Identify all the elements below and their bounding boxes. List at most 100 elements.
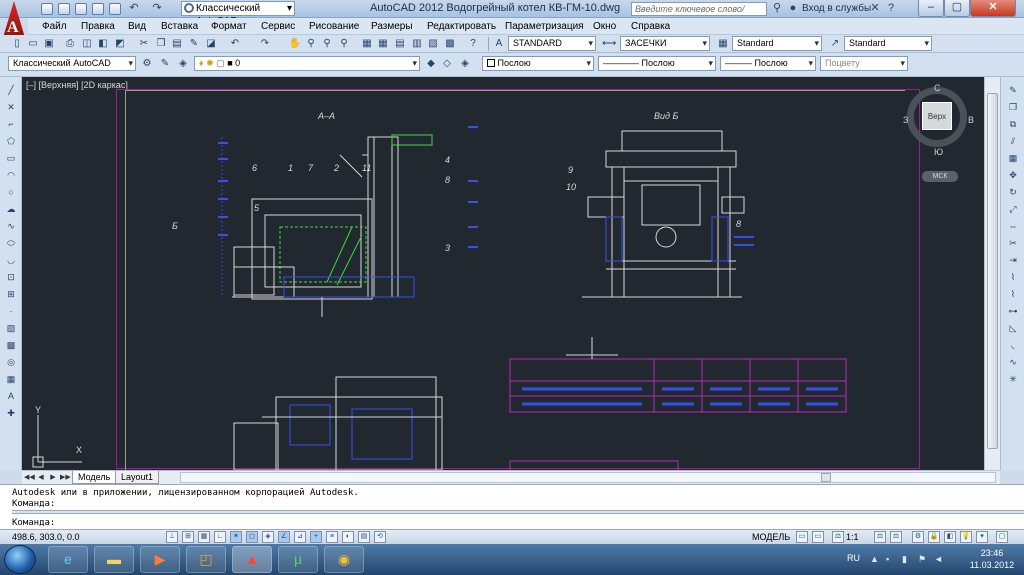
action-center-icon[interactable]: ⚑ [918, 554, 926, 565]
command-input[interactable]: Команда: [12, 518, 55, 528]
multileader-style-icon[interactable]: ↗ [828, 37, 842, 51]
hardware-acceleration-icon[interactable]: ◧ [944, 531, 956, 543]
model-space-toggle[interactable]: МОДЕЛЬ [752, 532, 790, 542]
minimize-button[interactable]: – [918, 0, 944, 17]
make-current-icon[interactable]: ◆ [424, 57, 438, 71]
multileader-style-dropdown[interactable]: Standard [844, 36, 932, 51]
clean-screen-icon[interactable]: ▢ [996, 531, 1008, 543]
coordinate-readout[interactable]: 498.6, 303.0, 0.0 [12, 532, 80, 542]
network-icon[interactable]: ▮ [902, 554, 907, 565]
linetype-dropdown[interactable]: ———— Послою [598, 56, 716, 71]
paste-icon[interactable]: ▤ [170, 37, 184, 51]
drawing-canvas[interactable]: [–] [Верхняя] [2D каркас] А–А Вид Б Б 6 … [22, 77, 984, 470]
layer-dropdown[interactable]: ♦ ✺ ▢ ■ 0 [194, 56, 420, 71]
menu-window[interactable]: Окно [593, 21, 616, 32]
annotation-visibility-icon[interactable]: ⚖ [874, 531, 886, 543]
customize-icon[interactable]: ✎ [158, 57, 172, 71]
table-style-dropdown[interactable]: Standard [732, 36, 822, 51]
menu-help[interactable]: Справка [631, 21, 670, 32]
autocad-taskbar-icon[interactable]: ▲ [232, 546, 272, 573]
help-icon[interactable]: ? [466, 37, 480, 51]
search-input[interactable]: Введите ключевое слово/фразу [631, 2, 767, 26]
close-button[interactable]: ✕ [970, 0, 1016, 17]
status-menu-icon[interactable]: ▾ [976, 531, 988, 543]
color-dropdown[interactable]: Послою [482, 56, 594, 71]
horizontal-scrollbar[interactable] [180, 472, 996, 483]
pan-icon[interactable]: ✋ [288, 37, 302, 51]
break-at-point-icon[interactable]: ⌇ [1006, 270, 1020, 284]
infer-constraints-icon[interactable]: ⊥ [166, 531, 178, 543]
explorer-folder-icon[interactable]: ▬ [94, 546, 134, 573]
first-tab-icon[interactable]: ◀◀ [24, 472, 35, 483]
tab-layout1[interactable]: Layout1 [115, 471, 160, 484]
viewcube-south[interactable]: Ю [934, 147, 943, 157]
prev-tab-icon[interactable]: ◀ [36, 472, 46, 483]
region-icon[interactable]: ◎ [4, 355, 18, 369]
move-icon[interactable]: ✥ [1006, 168, 1020, 182]
block-editor-icon[interactable]: ◪ [204, 37, 218, 51]
language-indicator[interactable]: RU [847, 553, 860, 563]
undo-icon[interactable]: ↶ [228, 37, 242, 51]
make-block-icon[interactable]: ⊞ [4, 287, 18, 301]
tab-model[interactable]: Модель [72, 471, 117, 484]
new-icon[interactable] [41, 3, 53, 15]
print-icon[interactable] [109, 3, 121, 15]
office-app-icon[interactable]: ◰ [186, 546, 226, 573]
tool-palettes-icon[interactable]: ▤ [393, 37, 407, 51]
hatch-icon[interactable]: ▨ [4, 321, 18, 335]
layer-previous-icon[interactable]: ◇ [440, 57, 454, 71]
dim-style-dropdown[interactable]: ЗАСЕЧКИ [620, 36, 710, 51]
viewcube-north[interactable]: С [934, 83, 941, 93]
explode-icon[interactable]: ✳ [1006, 372, 1020, 386]
copy-icon[interactable]: ❐ [154, 37, 168, 51]
wcs-menu[interactable]: МСК [922, 171, 958, 182]
menu-edit[interactable]: Правка [81, 21, 115, 32]
object-snap-tracking-icon[interactable]: ∠ [278, 531, 290, 543]
exchange-icon[interactable]: ✕ [868, 2, 882, 15]
design-center-icon[interactable]: ▦ [376, 37, 390, 51]
user-icon[interactable]: ● [786, 2, 800, 15]
multiline-text-icon[interactable]: A [4, 389, 18, 403]
3d-print-icon[interactable]: ◩ [113, 37, 127, 51]
clock-time[interactable]: 23:46 [962, 548, 1022, 558]
line-icon[interactable]: ╱ [4, 83, 18, 97]
login-link[interactable]: Вход в службы [802, 3, 871, 14]
zoom-previous-icon[interactable]: ⚲ [337, 37, 351, 51]
menu-file[interactable]: Файл [42, 21, 67, 32]
quick-properties-icon[interactable]: ▤ [358, 531, 370, 543]
polygon-icon[interactable]: ⬠ [4, 134, 18, 148]
lineweight-dropdown[interactable]: ——— Послою [720, 56, 816, 71]
workspace-switching-icon[interactable]: ⚙ [912, 531, 924, 543]
rotate-icon[interactable]: ↻ [1006, 185, 1020, 199]
search-icon[interactable]: ⚲ [770, 2, 784, 15]
menu-format[interactable]: Формат [211, 21, 247, 32]
erase-icon[interactable]: ✎ [1006, 83, 1020, 97]
copy-object-icon[interactable]: ❐ [1006, 100, 1020, 114]
media-player-icon[interactable]: ▶ [140, 546, 180, 573]
last-tab-icon[interactable]: ▶▶ [60, 472, 71, 483]
rectangle-icon[interactable]: ▭ [4, 151, 18, 165]
join-icon[interactable]: ⊶ [1006, 304, 1020, 318]
dynamic-ucs-icon[interactable]: ⊿ [294, 531, 306, 543]
vertical-scroll-thumb[interactable] [987, 93, 998, 449]
auto-scale-icon[interactable]: ⚖ [890, 531, 902, 543]
utorrent-icon[interactable]: µ [278, 546, 318, 573]
trim-icon[interactable]: ✂ [1006, 236, 1020, 250]
save-icon[interactable] [75, 3, 87, 15]
save-icon[interactable]: ▣ [42, 37, 56, 51]
preview-icon[interactable]: ◫ [80, 37, 94, 51]
cut-icon[interactable]: ✂ [137, 37, 151, 51]
internet-explorer-icon[interactable]: e [48, 546, 88, 573]
scale-icon[interactable]: ⤢ [1006, 202, 1020, 216]
sheet-set-icon[interactable]: ▥ [410, 37, 424, 51]
markup-icon[interactable]: ▧ [426, 37, 440, 51]
tray-app-icon[interactable]: ▪ [886, 554, 889, 564]
annotation-scale-icon[interactable]: ⚖ [832, 531, 844, 543]
volume-icon[interactable]: ◄ [934, 554, 943, 564]
viewcube[interactable]: Верх [907, 87, 967, 147]
zoom-window-icon[interactable]: ⚲ [320, 37, 334, 51]
grid-display-icon[interactable]: ▦ [198, 531, 210, 543]
vertical-scrollbar[interactable] [984, 77, 1000, 470]
menu-insert[interactable]: Вставка [161, 21, 198, 32]
menu-modify[interactable]: Редактировать [427, 21, 496, 32]
